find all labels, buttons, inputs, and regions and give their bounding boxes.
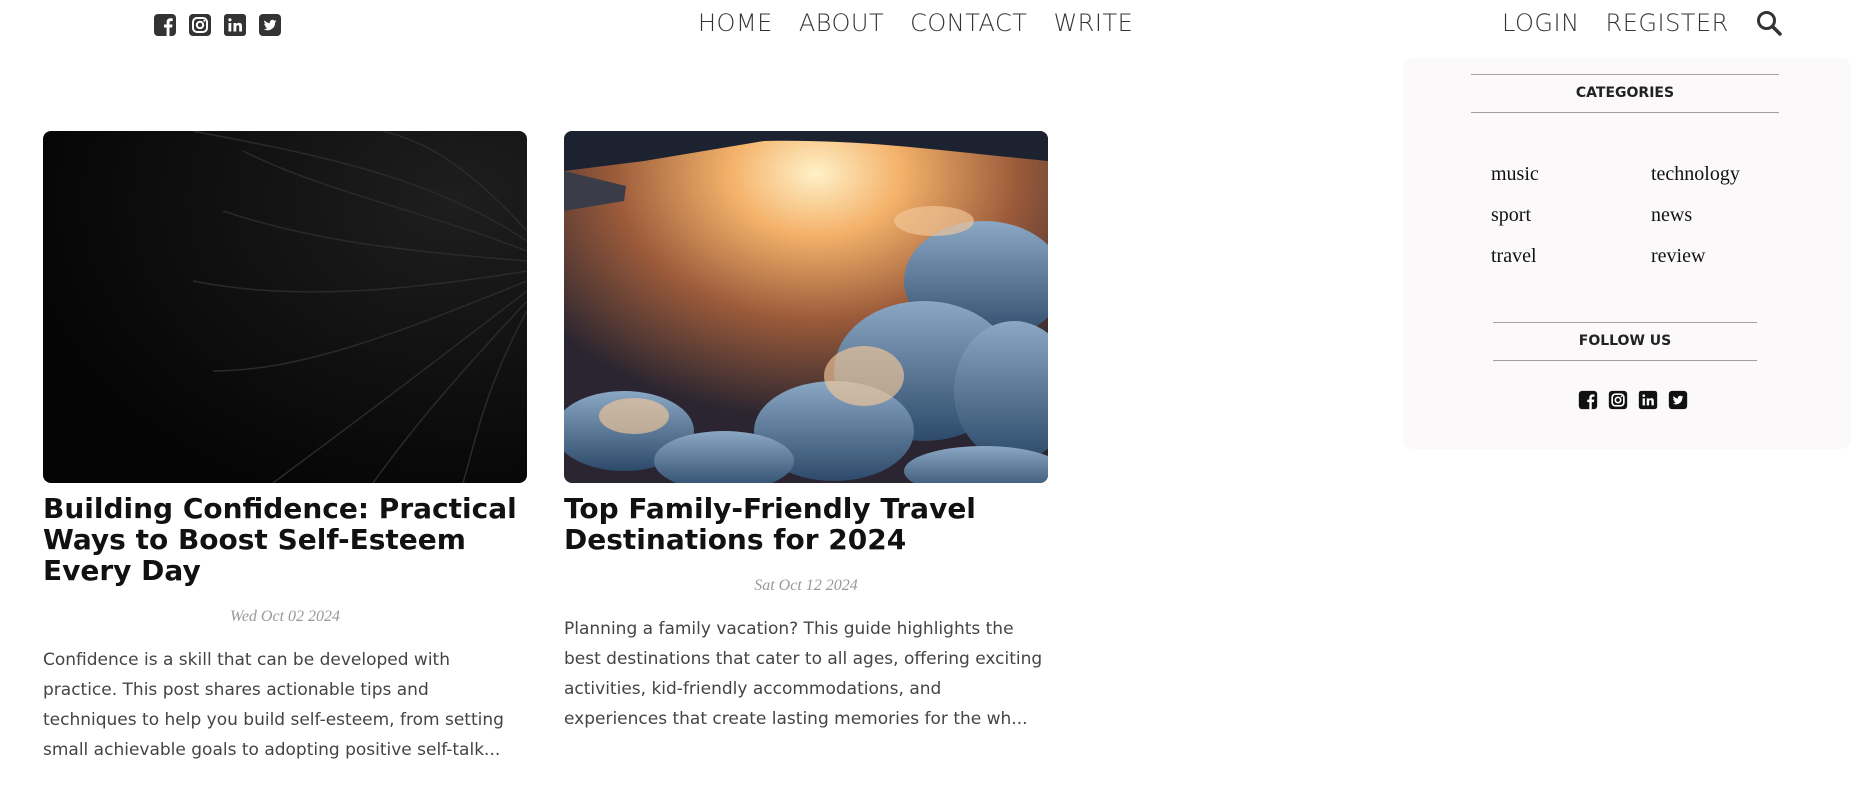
search-icon[interactable]: [1755, 9, 1783, 37]
post-image[interactable]: [564, 131, 1048, 483]
post-date: Wed Oct 02 2024: [229, 608, 341, 625]
top-bar: HOME ABOUT CONTACT WRITE LOGIN REGISTER: [0, 0, 1859, 50]
post-excerpt: Confidence is a skill that can be develo…: [43, 650, 504, 760]
post-date: Sat Oct 12 2024: [754, 577, 858, 594]
category-item-technology[interactable]: technology: [1651, 162, 1811, 186]
post-title[interactable]: Top Family-Friendly Travel Destinations …: [564, 493, 1048, 555]
nav-home-link[interactable]: HOME: [698, 9, 773, 37]
main-nav: HOME ABOUT CONTACT WRITE: [698, 9, 1133, 37]
nav-write-link[interactable]: WRITE: [1053, 9, 1133, 37]
category-list: music technology sport news travel revie…: [1491, 162, 1811, 268]
facebook-square-icon[interactable]: [153, 13, 177, 37]
linkedin-icon[interactable]: [223, 13, 247, 37]
sidebar: CATEGORIES music technology sport news t…: [1403, 58, 1851, 449]
category-item-news[interactable]: news: [1651, 203, 1811, 227]
nav-contact-link[interactable]: CONTACT: [910, 9, 1027, 37]
category-item-review[interactable]: review: [1651, 244, 1811, 268]
categories-title: CATEGORIES: [1471, 74, 1779, 113]
post-image[interactable]: [43, 131, 527, 483]
post-card[interactable]: Top Family-Friendly Travel Destinations …: [564, 131, 1048, 751]
register-link[interactable]: REGISTER: [1606, 9, 1729, 37]
twitter-square-icon[interactable]: [258, 13, 282, 37]
auth-nav: LOGIN REGISTER: [1502, 9, 1783, 37]
social-links-top: [153, 13, 282, 37]
post-excerpt: Planning a family vacation? This guide h…: [564, 619, 1043, 729]
facebook-square-icon[interactable]: [1578, 390, 1598, 410]
twitter-square-icon[interactable]: [1668, 390, 1688, 410]
category-item-music[interactable]: music: [1491, 162, 1651, 186]
post-title[interactable]: Building Confidence: Practical Ways to B…: [43, 493, 527, 586]
nav-about-link[interactable]: ABOUT: [799, 9, 884, 37]
login-link[interactable]: LOGIN: [1502, 9, 1580, 37]
linkedin-icon[interactable]: [1638, 390, 1658, 410]
follow-us-title: FOLLOW US: [1493, 322, 1757, 361]
instagram-icon[interactable]: [1608, 390, 1628, 410]
category-item-travel[interactable]: travel: [1491, 244, 1651, 268]
category-item-sport[interactable]: sport: [1491, 203, 1651, 227]
post-card[interactable]: Building Confidence: Practical Ways to B…: [43, 131, 527, 782]
social-links-sidebar: [1578, 390, 1688, 410]
instagram-icon[interactable]: [188, 13, 212, 37]
